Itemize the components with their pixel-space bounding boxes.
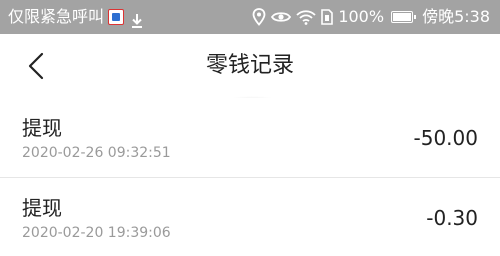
record-amount: -50.00 xyxy=(413,126,478,150)
app-notification-icon xyxy=(108,9,125,25)
page-title: 零钱记录 xyxy=(205,53,294,78)
status-left: 仅限紧急呼叫 xyxy=(8,0,144,34)
list-item[interactable]: 提现 2020-02-26 09:32:51 -50.00 xyxy=(0,98,500,176)
status-time: 傍晚5:38 xyxy=(422,7,490,26)
battery-percent: 100% xyxy=(338,7,385,26)
nav-bar: 零钱记录 xyxy=(0,34,500,98)
wifi-icon xyxy=(296,9,316,25)
status-bar: 仅限紧急呼叫 100% 傍晚5:38 xyxy=(0,0,500,34)
record-title: 提现 xyxy=(22,196,62,220)
location-icon xyxy=(252,8,266,26)
record-title: 提现 xyxy=(22,116,62,140)
record-time: 2020-02-20 19:39:06 xyxy=(22,225,171,241)
sim-icon xyxy=(321,9,334,25)
battery-icon xyxy=(391,11,417,23)
eye-icon xyxy=(271,10,292,24)
record-time: 2020-02-26 09:32:51 xyxy=(22,145,171,161)
record-amount: -0.30 xyxy=(426,206,478,230)
status-right: 100% 傍晚5:38 xyxy=(252,0,490,34)
list-item[interactable]: 提现 2020-02-20 19:39:06 -0.30 xyxy=(0,178,500,256)
carrier-text: 仅限紧急呼叫 xyxy=(8,7,105,26)
download-icon xyxy=(130,8,144,28)
